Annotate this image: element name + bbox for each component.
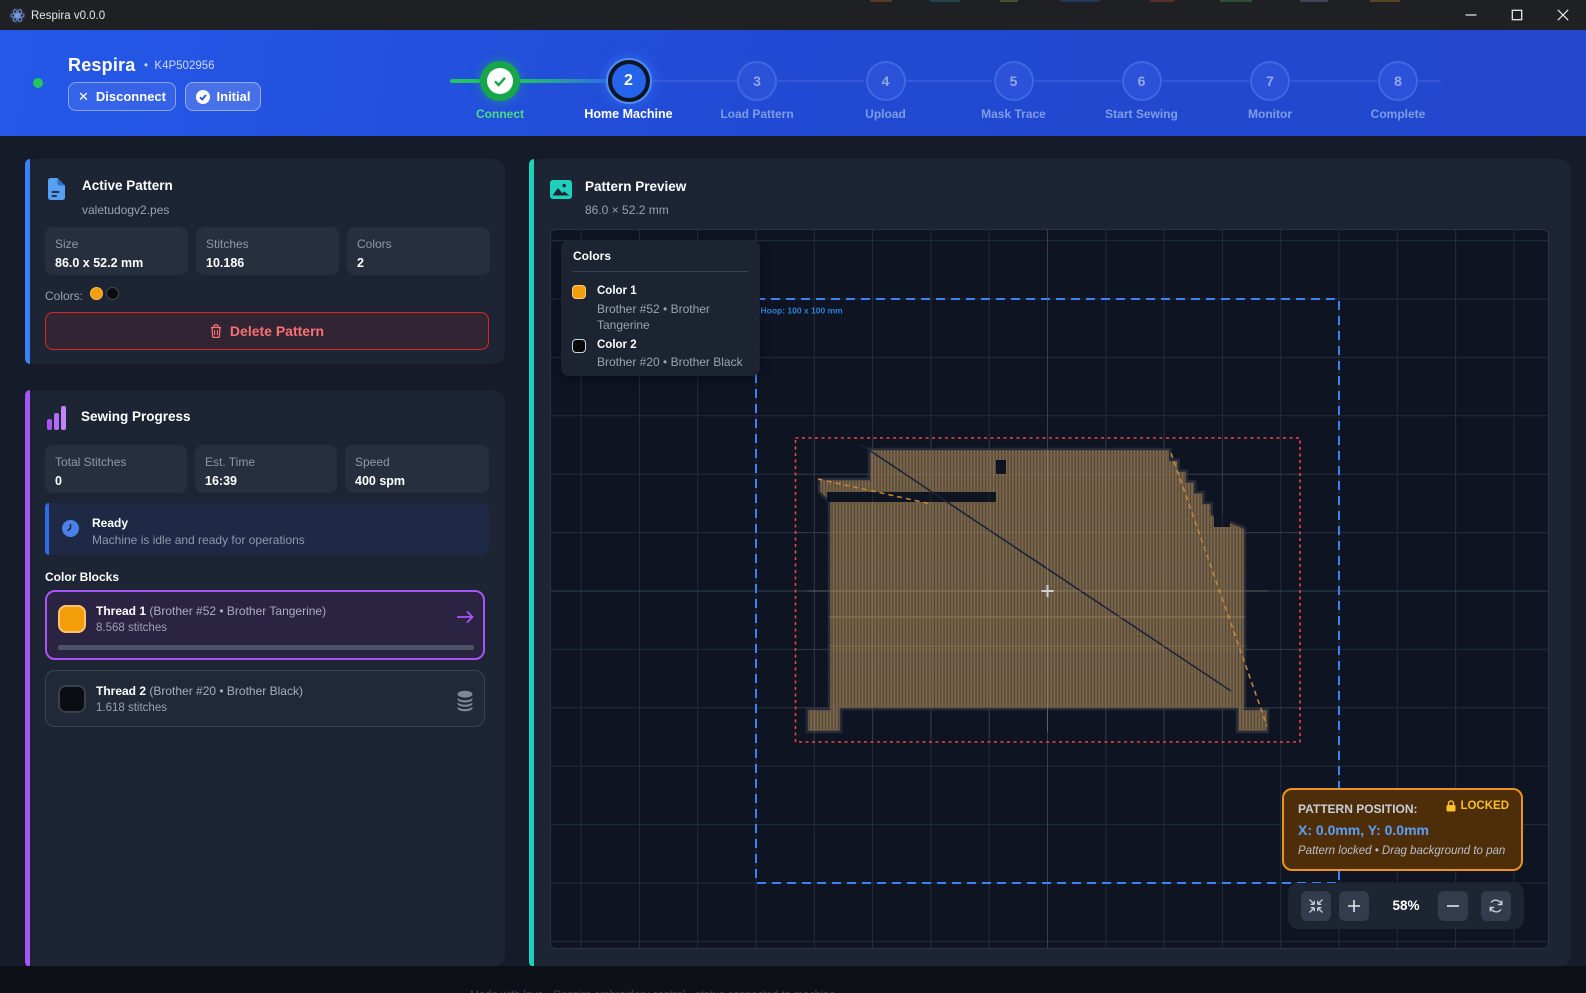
svg-text:Hoop: 100 x 100 mm: Hoop: 100 x 100 mm (761, 306, 844, 316)
